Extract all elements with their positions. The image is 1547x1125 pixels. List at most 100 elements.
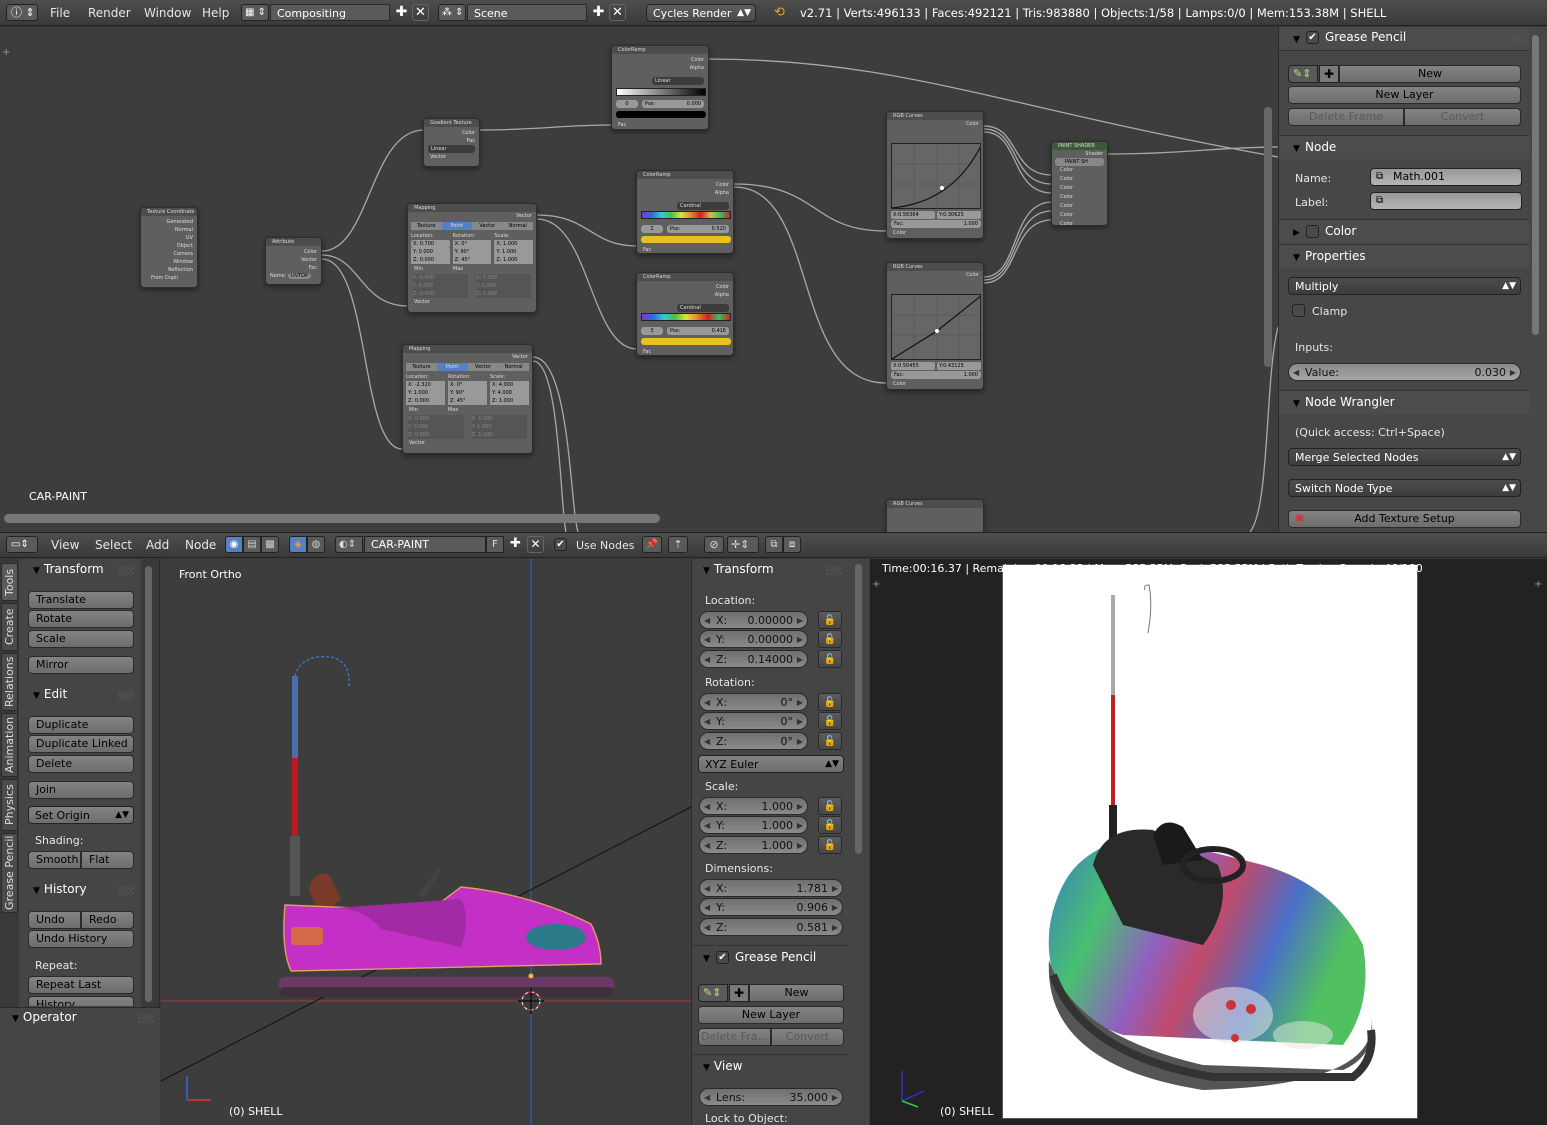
- operator-panel-header[interactable]: ▼ Operator: [12, 1010, 77, 1024]
- tool-shelf-scrollbar[interactable]: [145, 566, 152, 1002]
- pin-icon[interactable]: 📌: [642, 536, 662, 553]
- undo-history-button[interactable]: Undo History: [28, 930, 134, 948]
- node-paint-shader-group[interactable]: PAINT SHADER Shader PAINT SH Color Color…: [1051, 141, 1108, 227]
- min-y-field[interactable]: Y: 0.000: [408, 423, 464, 431]
- location-x-field[interactable]: ◀ X: 0.00000 ▶: [699, 611, 808, 629]
- min-x-field[interactable]: X: 0.000: [408, 415, 464, 423]
- add-gp-icon[interactable]: ✚: [729, 984, 749, 1002]
- grease-pencil-checkbox[interactable]: ✔: [1306, 31, 1319, 44]
- tab-relations[interactable]: Relations: [1, 653, 18, 711]
- render-view[interactable]: Time:00:16.37 | Remaining:00:19.22 | Mem…: [870, 559, 1547, 1125]
- max-x-field[interactable]: X: 1.000: [476, 274, 531, 282]
- remove-scene-icon[interactable]: ✕: [609, 4, 626, 21]
- history-panel-header[interactable]: ▼ History: [33, 882, 87, 896]
- curve-y-field[interactable]: Y:0.43125: [937, 362, 981, 370]
- tab-animation[interactable]: Animation: [1, 713, 18, 777]
- color-ramp-gradient-bar[interactable]: [641, 313, 731, 321]
- max-y-field[interactable]: Y: 1.000: [476, 282, 531, 290]
- interpolation-dropdown[interactable]: Cardinal: [677, 304, 729, 312]
- loc-y-field[interactable]: Y: 0.000: [411, 248, 450, 256]
- flat-shading-button[interactable]: Flat: [81, 851, 134, 869]
- tab-physics[interactable]: Physics: [1, 779, 18, 831]
- rot-y-field[interactable]: Y: 90°: [448, 389, 487, 397]
- redo-button[interactable]: Redo: [81, 911, 134, 929]
- add-screen-icon[interactable]: ✚: [393, 4, 410, 21]
- material-name-field[interactable]: CAR-PAINT: [364, 536, 486, 553]
- min-y-field[interactable]: Y: 0.000: [413, 282, 468, 290]
- scale-z-field[interactable]: Z: 1.000: [490, 397, 529, 405]
- panel-drag-handle[interactable]: [138, 1014, 154, 1023]
- menu-view[interactable]: View: [51, 538, 79, 552]
- attribute-name-field[interactable]: UVTOP: [288, 273, 312, 279]
- gradient-mode-dropdown[interactable]: Linear: [428, 145, 475, 153]
- object-shader-icon[interactable]: ◈: [289, 536, 307, 553]
- scale-z-field[interactable]: ◀ Z: 1.000 ▶: [699, 836, 808, 854]
- scale-z-field[interactable]: Z: 1.000: [494, 256, 534, 264]
- node-color-checkbox[interactable]: [1306, 225, 1319, 238]
- max-checkbox[interactable]: Max: [448, 406, 458, 414]
- menu-help[interactable]: Help: [202, 6, 229, 20]
- add-gp-icon[interactable]: ✚: [1319, 65, 1339, 83]
- duplicate-button[interactable]: Duplicate: [28, 716, 134, 734]
- node-name-field[interactable]: ⧉ Math.001: [1370, 168, 1522, 186]
- compositing-nodes-icon[interactable]: ▤: [243, 536, 261, 553]
- transform-panel-header[interactable]: ▼ Transform: [703, 562, 774, 576]
- lock-rotation-x-icon[interactable]: 🔓: [818, 693, 842, 711]
- lock-scale-x-icon[interactable]: 🔓: [818, 797, 842, 815]
- grease-pencil-panel-header[interactable]: ▼ ✔ Grease Pencil: [1279, 27, 1529, 51]
- delete-button[interactable]: Delete: [28, 755, 134, 773]
- curve-y-field[interactable]: Y:0.30625: [937, 211, 981, 219]
- panel-drag-handle[interactable]: [118, 886, 134, 895]
- tab-grease-pencil[interactable]: Grease Pencil: [1, 833, 18, 913]
- add-material-icon[interactable]: ✚: [507, 536, 524, 553]
- dimension-y-field[interactable]: ◀ Y: 0.906 ▶: [699, 898, 843, 916]
- scale-x-field[interactable]: ◀ X: 1.000 ▶: [699, 797, 808, 815]
- ramp-index-field[interactable]: 2: [641, 225, 663, 233]
- panel-drag-handle[interactable]: [118, 566, 134, 575]
- rot-z-field[interactable]: Z: 45°: [452, 256, 492, 264]
- remove-screen-icon[interactable]: ✕: [412, 4, 429, 21]
- loc-x-field[interactable]: X: -2.320: [406, 381, 445, 389]
- rotate-button[interactable]: Rotate: [28, 610, 134, 628]
- max-y-field[interactable]: Y: 1.000: [472, 423, 528, 431]
- repeat-last-button[interactable]: Repeat Last: [28, 976, 134, 994]
- pencil-icon[interactable]: ✎⇕: [1288, 65, 1318, 83]
- shader-nodes-icon[interactable]: ◉: [225, 536, 243, 553]
- menu-add[interactable]: Add: [146, 538, 169, 552]
- loc-y-field[interactable]: Y: 1.000: [406, 389, 445, 397]
- lock-rotation-y-icon[interactable]: 🔓: [818, 712, 842, 730]
- grease-pencil-panel-header[interactable]: ▼: [703, 950, 714, 964]
- fac-field[interactable]: Fac: 1.000: [891, 220, 981, 228]
- node-attribute[interactable]: Attribute Color Vector Fac Name: UVTOP: [265, 237, 322, 285]
- scale-x-field[interactable]: X: 4.000: [490, 381, 529, 389]
- rotation-y-field[interactable]: ◀ Y: 0° ▶: [699, 712, 808, 730]
- rotation-z-field[interactable]: ◀ Z: 0° ▶: [699, 732, 808, 750]
- max-z-field[interactable]: Z: 1.000: [472, 431, 528, 439]
- panel-scrollbar[interactable]: [855, 564, 862, 854]
- switch-node-type-dropdown[interactable]: Switch Node Type ▲▼: [1288, 479, 1521, 497]
- mapping-type-vector[interactable]: Vector: [472, 222, 503, 230]
- mapping-type-point[interactable]: Point: [441, 222, 472, 230]
- ramp-pos-field[interactable]: Pos: 0.416: [667, 327, 729, 335]
- delete-frame-button[interactable]: Delete Fra...: [698, 1028, 771, 1046]
- max-z-field[interactable]: Z: 1.000: [476, 290, 531, 298]
- use-nodes-checkbox[interactable]: ✔: [554, 538, 567, 551]
- undo-button[interactable]: Undo: [28, 911, 81, 929]
- rot-z-field[interactable]: Z: 45°: [448, 397, 487, 405]
- parent-node-tree-icon[interactable]: ⇡: [668, 536, 688, 553]
- node-mapping-1[interactable]: Mapping Vector Texture Point Vector Norm…: [407, 203, 537, 313]
- screen-layout-field[interactable]: Compositing: [270, 4, 390, 21]
- node-texture-coordinate[interactable]: Texture Coordinate Generated Normal UV O…: [140, 207, 198, 288]
- node-colorramp-1[interactable]: ColorRamp Color Alpha Linear 0 Pos: 0.000…: [611, 45, 709, 130]
- scale-y-field[interactable]: Y: 1.000: [494, 248, 534, 256]
- mapping-type-normal[interactable]: Normal: [498, 363, 529, 371]
- min-z-field[interactable]: Z: 0.000: [408, 431, 464, 439]
- dimension-z-field[interactable]: ◀ Z: 0.581 ▶: [699, 918, 843, 936]
- scale-x-field[interactable]: X: 1.000: [494, 240, 534, 248]
- world-shader-icon[interactable]: ◍: [307, 536, 325, 553]
- node-wrangler-panel-header[interactable]: ▼ Node Wrangler: [1279, 390, 1529, 414]
- paste-nodes-icon[interactable]: ⧈: [783, 536, 801, 553]
- smooth-shading-button[interactable]: Smooth: [28, 851, 81, 869]
- lock-location-y-icon[interactable]: 🔓: [818, 630, 842, 648]
- node-colorramp-2[interactable]: ColorRamp Color Alpha Cardinal 2 Pos: 0.5…: [636, 170, 734, 254]
